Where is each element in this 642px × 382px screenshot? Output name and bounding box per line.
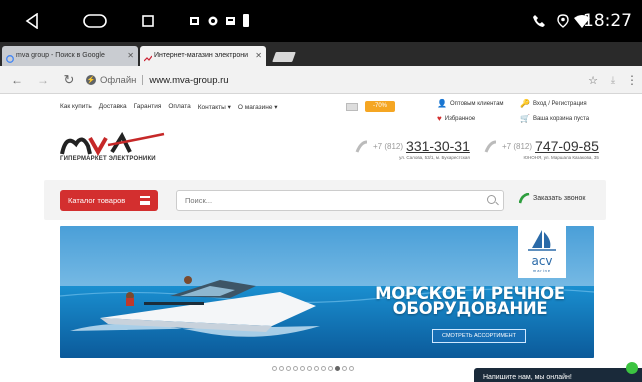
chat-widget[interactable]: Напишите нам, мы онлайн!: [474, 368, 642, 382]
download-icon[interactable]: ⤓: [606, 66, 620, 94]
hamburger-icon: [140, 196, 150, 205]
site-top-nav: Как купить Доставка Гарантия Оплата Конт…: [0, 94, 642, 136]
brand-subtitle: marine: [532, 268, 552, 273]
carousel-dot[interactable]: [342, 366, 347, 371]
favorites-label: Избранное: [444, 115, 476, 122]
handset-icon: [484, 140, 497, 153]
nav-link-how-to-buy[interactable]: Как купить: [60, 103, 92, 111]
carousel-dot[interactable]: [300, 366, 305, 371]
wholesale-label: Оптовым клиентам: [449, 100, 504, 107]
nav-link-payment[interactable]: Оплата: [168, 103, 190, 111]
login-label: Вход / Регистрация: [532, 100, 587, 107]
address-bar[interactable]: ⚡ Офлайн www.mva-group.ru: [86, 70, 229, 90]
phone-icon: [530, 0, 548, 42]
url-text[interactable]: www.mva-group.ru: [149, 75, 228, 86]
wholesale-link[interactable]: 👤 Оптовым клиентам: [437, 99, 504, 108]
banner-title-line-2: ОБОРУДОВАНИЕ: [392, 299, 548, 318]
menu-kebab-icon[interactable]: ⋮: [626, 66, 638, 94]
phone-address: ул. Салова, 53/1, м. Бухарестская: [399, 155, 470, 160]
location-icon: [556, 0, 570, 42]
chat-online-indicator[interactable]: [626, 362, 638, 374]
cart-label: Ваша корзина пуста: [532, 115, 590, 122]
phone-code: +7 (812): [373, 142, 404, 151]
carousel-dot[interactable]: [293, 366, 298, 371]
web-page: Как купить Доставка Гарантия Оплата Конт…: [0, 94, 642, 382]
phone-code: +7 (812): [502, 142, 533, 151]
tab-label: mva group - Поиск в Google: [16, 52, 105, 59]
view-assortment-button[interactable]: СМОТРЕТЬ АССОРТИМЕНТ: [432, 329, 526, 343]
back-icon[interactable]: [22, 0, 42, 42]
carousel-dot[interactable]: [335, 366, 340, 371]
tab-strip: mva group - Поиск в Google ✕ Интернет-ма…: [0, 42, 642, 66]
tab-label: Интернет-магазин электрони: [154, 52, 249, 59]
forward-arrow-icon[interactable]: →: [36, 66, 50, 94]
new-tab-button[interactable]: [272, 52, 296, 62]
back-arrow-icon[interactable]: ←: [10, 66, 24, 94]
home-icon[interactable]: [80, 0, 110, 42]
carousel-dots: [272, 366, 356, 371]
carousel-dot[interactable]: [279, 366, 284, 371]
phone-block-1[interactable]: +7 (812) 331-30-31 ул. Салова, 53/1, м. …: [355, 138, 470, 160]
screen: 18:27 mva group - Поиск в Google ✕ Интер…: [0, 0, 642, 382]
reload-icon[interactable]: ↻: [62, 66, 76, 94]
google-favicon-icon: [6, 52, 14, 63]
mail-icon[interactable]: [346, 103, 358, 111]
carousel-dot[interactable]: [314, 366, 319, 371]
logo-subtitle: ГИПЕРМАРКЕТ ЭЛЕКТРОНИКИ: [60, 156, 156, 162]
catalog-label: Каталог товаров: [68, 196, 126, 205]
discount-badge[interactable]: -70%: [365, 101, 395, 112]
favorites-link[interactable]: ♥ Избранное: [437, 114, 475, 123]
phone-number[interactable]: 747-09-85: [535, 138, 599, 154]
carousel-dot[interactable]: [349, 366, 354, 371]
phone-block-2[interactable]: +7 (812) 747-09-85 ЮНОНЯ, ул. Маршала Ка…: [484, 138, 599, 160]
heart-icon: ♥: [437, 114, 442, 123]
callback-link[interactable]: Заказать звонок: [519, 193, 585, 204]
browser-toolbar: ← → ↻ ⚡ Офлайн www.mva-group.ru ☆ ⤓ ⋮: [0, 66, 642, 94]
offline-status: Офлайн: [100, 74, 137, 86]
carousel-dot[interactable]: [307, 366, 312, 371]
nav-link-contacts[interactable]: Контакты ▾: [198, 103, 231, 111]
key-icon: 🔑: [520, 99, 530, 108]
carousel-dot[interactable]: [286, 366, 291, 371]
notification-icons: [188, 0, 258, 42]
user-icon: 👤: [437, 99, 447, 108]
login-link[interactable]: 🔑 Вход / Регистрация: [520, 99, 587, 108]
mva-favicon-icon: [143, 52, 153, 62]
carousel-dot[interactable]: [272, 366, 277, 371]
nav-link-about[interactable]: О магазине ▾: [238, 103, 278, 111]
status-bar: 18:27: [0, 0, 642, 42]
nav-links: Как купить Доставка Гарантия Оплата Конт…: [60, 103, 285, 111]
brand-name: acv: [531, 254, 553, 268]
search-icon[interactable]: [487, 195, 496, 204]
nav-link-warranty[interactable]: Гарантия: [134, 103, 162, 111]
green-phone-icon: [519, 193, 530, 204]
sail-icon: [528, 230, 556, 251]
search-bar-row: Каталог товаров Заказать звонок: [44, 180, 606, 220]
promo-banner[interactable]: acv marine МОРСКОЕ И РЕЧНОЕ ОБОРУДОВАНИЕ…: [60, 226, 594, 358]
cart-link[interactable]: 🛒 Ваша корзина пуста: [520, 114, 589, 123]
close-tab-icon[interactable]: ✕: [127, 46, 134, 66]
handset-icon: [355, 140, 368, 153]
callback-label: Заказать звонок: [533, 195, 586, 202]
banner-title: МОРСКОЕ И РЕЧНОЕ ОБОРУДОВАНИЕ: [360, 285, 580, 318]
cart-icon: 🛒: [520, 114, 530, 123]
phone-address: ЮНОНЯ, ул. Маршала Казакова, 35: [523, 155, 599, 160]
carousel-dot[interactable]: [321, 366, 326, 371]
tab-mva-group[interactable]: Интернет-магазин электрони ✕: [140, 46, 266, 66]
tab-google-search[interactable]: mva group - Поиск в Google ✕: [2, 46, 138, 66]
catalog-button[interactable]: Каталог товаров: [60, 190, 158, 211]
acv-brand-badge: acv marine: [518, 226, 566, 278]
separator: [142, 75, 144, 85]
bookmark-star-icon[interactable]: ☆: [586, 66, 600, 94]
close-tab-icon[interactable]: ✕: [255, 46, 262, 66]
phone-number[interactable]: 331-30-31: [406, 138, 470, 154]
offline-icon: ⚡: [86, 75, 96, 85]
recents-icon[interactable]: [140, 0, 156, 42]
nav-link-delivery[interactable]: Доставка: [99, 103, 127, 111]
carousel-dot[interactable]: [328, 366, 333, 371]
clock: 18:27: [583, 11, 632, 31]
search-input[interactable]: [176, 190, 504, 211]
